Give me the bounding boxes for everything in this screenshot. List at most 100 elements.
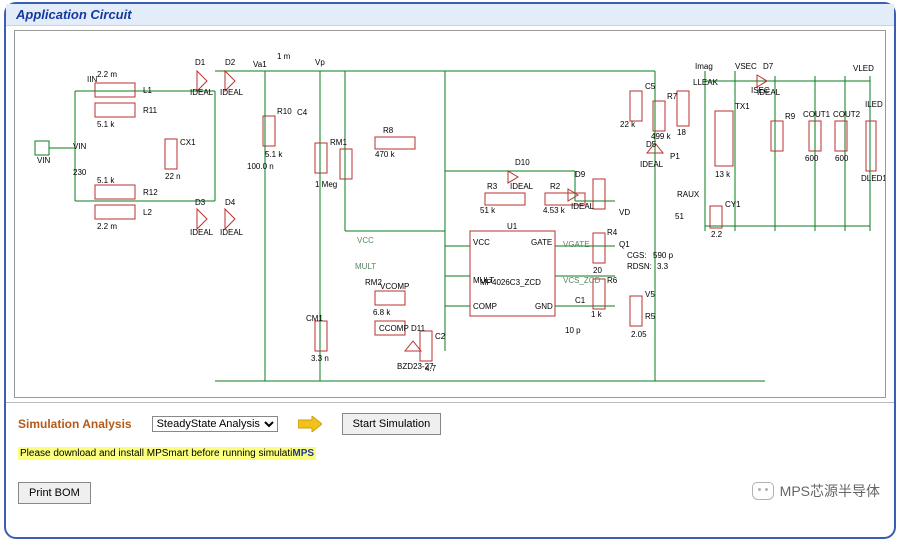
r5-val: 2.05 [631, 331, 647, 339]
raux-val: 51 [675, 213, 684, 221]
cm1-val: 3.3 n [311, 355, 329, 363]
d5-val: IDEAL [640, 161, 663, 169]
analysis-type-select[interactable]: SteadyState Analysis [152, 416, 278, 432]
rm1: RM1 [330, 139, 347, 147]
v5: V5 [645, 291, 655, 299]
d10: D10 [515, 159, 530, 167]
iled: ILED [865, 101, 883, 109]
q-rdsn-v: 3.3 [657, 263, 668, 271]
q-cgs: CGS: [627, 252, 647, 260]
rm2-val: 6.8 k [373, 309, 390, 317]
d9: D9 [575, 171, 585, 179]
vd: VD [619, 209, 630, 217]
cout1-val: 600 [805, 155, 818, 163]
notice-text: Please download and install MPSmart befo… [20, 448, 292, 459]
cout2: COUT2 [833, 111, 860, 119]
l1-val: 2.2 m [97, 71, 117, 79]
rm1-val: 1 Meg [315, 181, 337, 189]
pin-mult: MULT [473, 277, 494, 285]
port-vin: VIN [37, 157, 50, 165]
c2: C2 [435, 333, 445, 341]
watermark-text: MPS芯源半导体 [780, 481, 880, 501]
ccomp: CCOMP [379, 325, 409, 333]
app-frame: Application Circuit [4, 2, 896, 539]
q-cgs-v: 590 p [653, 252, 673, 260]
start-simulation-button[interactable]: Start Simulation [342, 413, 442, 435]
iin-probe: IIN [87, 76, 97, 84]
page-title: Application Circuit [6, 4, 894, 26]
r11-val: 5.1 k [97, 121, 114, 129]
vin-val: 230 [73, 169, 86, 177]
net-mult: MULT [355, 263, 376, 271]
d1-val: IDEAL [190, 89, 213, 97]
dled1: DLED1 [861, 175, 886, 183]
lm-val: 1 m [277, 53, 290, 61]
arrow-right-icon [298, 416, 322, 432]
r5: R5 [645, 313, 655, 321]
imag: Imag [695, 63, 713, 71]
r8: R8 [383, 127, 393, 135]
raux: RAUX [677, 191, 699, 199]
pin-gate: GATE [531, 239, 552, 247]
cx1-val: 22 n [165, 173, 181, 181]
net-vgate: VGATE [563, 241, 590, 249]
c1: C1 [575, 297, 585, 305]
r3-val: 51 k [480, 207, 495, 215]
d4: D4 [225, 199, 235, 207]
lleak: LLEAK [693, 79, 718, 87]
pin-comp: COMP [473, 303, 497, 311]
r6: R6 [607, 277, 617, 285]
p1: P1 [670, 153, 680, 161]
notice-brand: MPS [292, 448, 314, 459]
wechat-icon [752, 482, 774, 500]
cy1-val: 2.2 [711, 231, 722, 239]
d9-val: IDEAL [571, 203, 594, 211]
r8-val: 470 k [375, 151, 395, 159]
d7: D7 [763, 63, 773, 71]
l2-val: 2.2 m [97, 223, 117, 231]
print-bom-button[interactable]: Print BOM [18, 482, 91, 504]
cx1: CX1 [180, 139, 196, 147]
r4: R4 [607, 229, 617, 237]
d7-val: IDEAL [757, 89, 780, 97]
cout1: COUT1 [803, 111, 830, 119]
tx1: TX1 [735, 103, 750, 111]
pin-vcc: VCC [473, 239, 490, 247]
cout2-val: 600 [835, 155, 848, 163]
c4-val: 100.0 n [247, 163, 274, 171]
d3: D3 [195, 199, 205, 207]
q-rdsn: RDSN: [627, 263, 652, 271]
d4-val: IDEAL [220, 229, 243, 237]
r12-val: 5.1 k [97, 177, 114, 185]
lleak-val: 18 [677, 129, 686, 137]
r10-val: 5.1 k [265, 151, 282, 159]
r9: R9 [785, 113, 795, 121]
r10: R10 [277, 108, 292, 116]
r6-val: 1 k [591, 311, 602, 319]
vled: VLED [853, 65, 874, 73]
watermark: MPS芯源半导体 [752, 481, 880, 501]
d1: D1 [195, 59, 205, 67]
c5: C5 [645, 83, 655, 91]
cm1: CM1 [306, 315, 323, 323]
q1: Q1 [619, 241, 630, 249]
d10-val: IDEAL [510, 183, 533, 191]
r2-val: 4.53 k [543, 207, 565, 215]
schematic-canvas[interactable]: VIN VIN 230 IIN L1 2.2 m R11 5.1 k R12 5… [14, 30, 886, 398]
net-vcc: VCC [357, 237, 374, 245]
net-vcszcd: VCS_ZCD [563, 277, 600, 285]
d3-val: IDEAL [190, 229, 213, 237]
u1: U1 [507, 223, 517, 231]
c2-val: 4.7 [425, 365, 436, 373]
r7: R7 [667, 93, 677, 101]
vp: Vp [315, 59, 325, 67]
d2: D2 [225, 59, 235, 67]
pin-gnd: GND [535, 303, 553, 311]
d5: D5 [646, 141, 656, 149]
va1: Va1 [253, 61, 267, 69]
cy1: CY1 [725, 201, 741, 209]
tx1-val: 13 k [715, 171, 730, 179]
r3: R3 [487, 183, 497, 191]
d2-val: IDEAL [220, 89, 243, 97]
c1-val: 10 p [565, 327, 581, 335]
